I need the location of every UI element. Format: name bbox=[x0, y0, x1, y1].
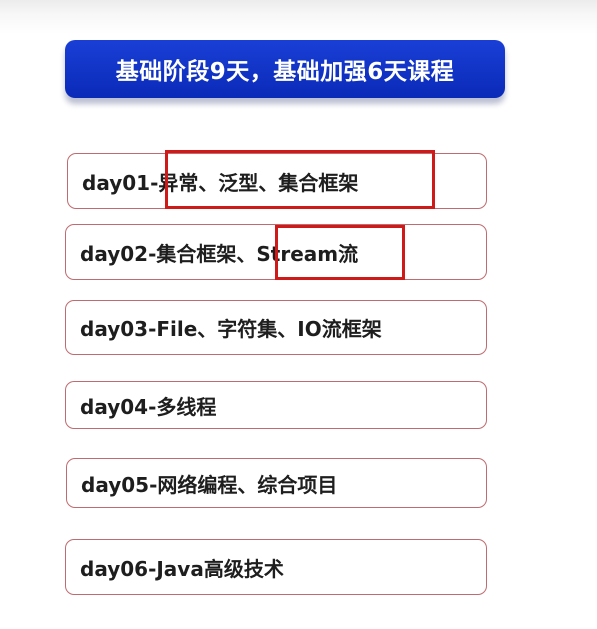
day-card-04: day04-多线程 bbox=[65, 381, 487, 429]
banner-title: 基础阶段9天，基础加强6天课程 bbox=[115, 59, 455, 85]
day-label: day06-Java高级技术 bbox=[80, 556, 284, 581]
day-label: day04-多线程 bbox=[80, 394, 217, 419]
page: { "banner": { "title": "基础阶段9天，基础加强6天课程"… bbox=[0, 0, 597, 629]
day-label: day05-网络编程、综合项目 bbox=[81, 472, 338, 497]
day-label: day03-File、字符集、IO流框架 bbox=[80, 317, 382, 341]
day-card-05: day05-网络编程、综合项目 bbox=[66, 458, 487, 508]
course-banner: 基础阶段9天，基础加强6天课程 bbox=[65, 40, 505, 98]
highlight-box-day01-topics bbox=[165, 150, 435, 209]
day-card-03: day03-File、字符集、IO流框架 bbox=[65, 300, 487, 355]
day-card-06: day06-Java高级技术 bbox=[65, 539, 487, 595]
highlight-box-stream bbox=[275, 225, 405, 280]
